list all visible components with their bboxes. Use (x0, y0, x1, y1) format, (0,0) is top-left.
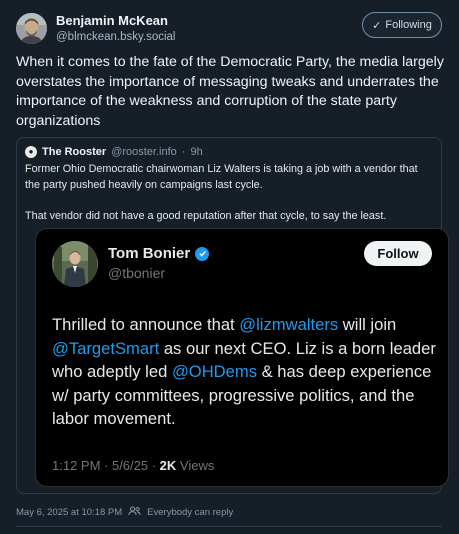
post-timestamp[interactable]: May 6, 2025 at 10:18 PM (16, 507, 122, 518)
tweet-follow-button: Follow (364, 241, 432, 266)
post: Benjamin McKean @blmckean.bsky.social ✓ … (0, 0, 459, 534)
verified-badge-icon (195, 246, 210, 261)
tweet-views-count: 2K (159, 458, 177, 473)
mention-link: @TargetSmart (52, 338, 160, 358)
divider (16, 526, 442, 527)
tweet-author-name-row: Tom Bonier (108, 245, 210, 262)
quote-author-name[interactable]: The Rooster (42, 146, 106, 158)
quote-time: 9h (190, 146, 203, 158)
mention-link: @lizmwalters (239, 315, 339, 334)
people-icon (128, 506, 141, 519)
check-icon: ✓ (372, 19, 382, 32)
quote-paragraph: That vendor did not have a good reputati… (25, 209, 387, 222)
tweet-author-handle: @tbonier (108, 265, 166, 281)
mention-link: @OHDems (171, 362, 258, 381)
quote-separator: · (181, 146, 186, 158)
tweet-time: 1:12 PM · 5/6/25 · (52, 458, 160, 473)
post-footer: May 6, 2025 at 10:18 PM Everybody can re… (16, 506, 233, 519)
embedded-tweet-image[interactable]: Tom Bonier @tbonier Follow Thrilled to a… (35, 228, 449, 487)
tweet-text: Thrilled to announce that @lizmwalters w… (52, 315, 436, 428)
following-button[interactable]: ✓ Following (362, 12, 442, 38)
following-label: Following (385, 19, 432, 31)
tweet-author-name: Tom Bonier (108, 245, 191, 262)
author-name[interactable]: Benjamin McKean (56, 13, 168, 28)
post-text: When it comes to the fate of the Democra… (16, 54, 444, 129)
rooster-avatar: ● (25, 146, 37, 158)
quote-text: Former Ohio Democratic chairwoman Liz Wa… (25, 162, 435, 224)
author-avatar[interactable] (16, 13, 47, 44)
author-handle[interactable]: @blmckean.bsky.social (56, 31, 175, 43)
quote-paragraph: Former Ohio Democratic chairwoman Liz Wa… (25, 163, 418, 191)
quote-author-handle: @rooster.info (111, 146, 177, 158)
quote-header: ● The Rooster @rooster.info · 9h (25, 146, 203, 158)
reply-setting[interactable]: Everybody can reply (147, 507, 233, 518)
tweet-meta: 1:12 PM · 5/6/25 · 2K Views (52, 458, 214, 473)
tweet-views-label: Views (176, 458, 215, 473)
tweet-author-avatar (52, 241, 98, 287)
quoted-post[interactable]: ● The Rooster @rooster.info · 9h Former … (16, 137, 449, 494)
